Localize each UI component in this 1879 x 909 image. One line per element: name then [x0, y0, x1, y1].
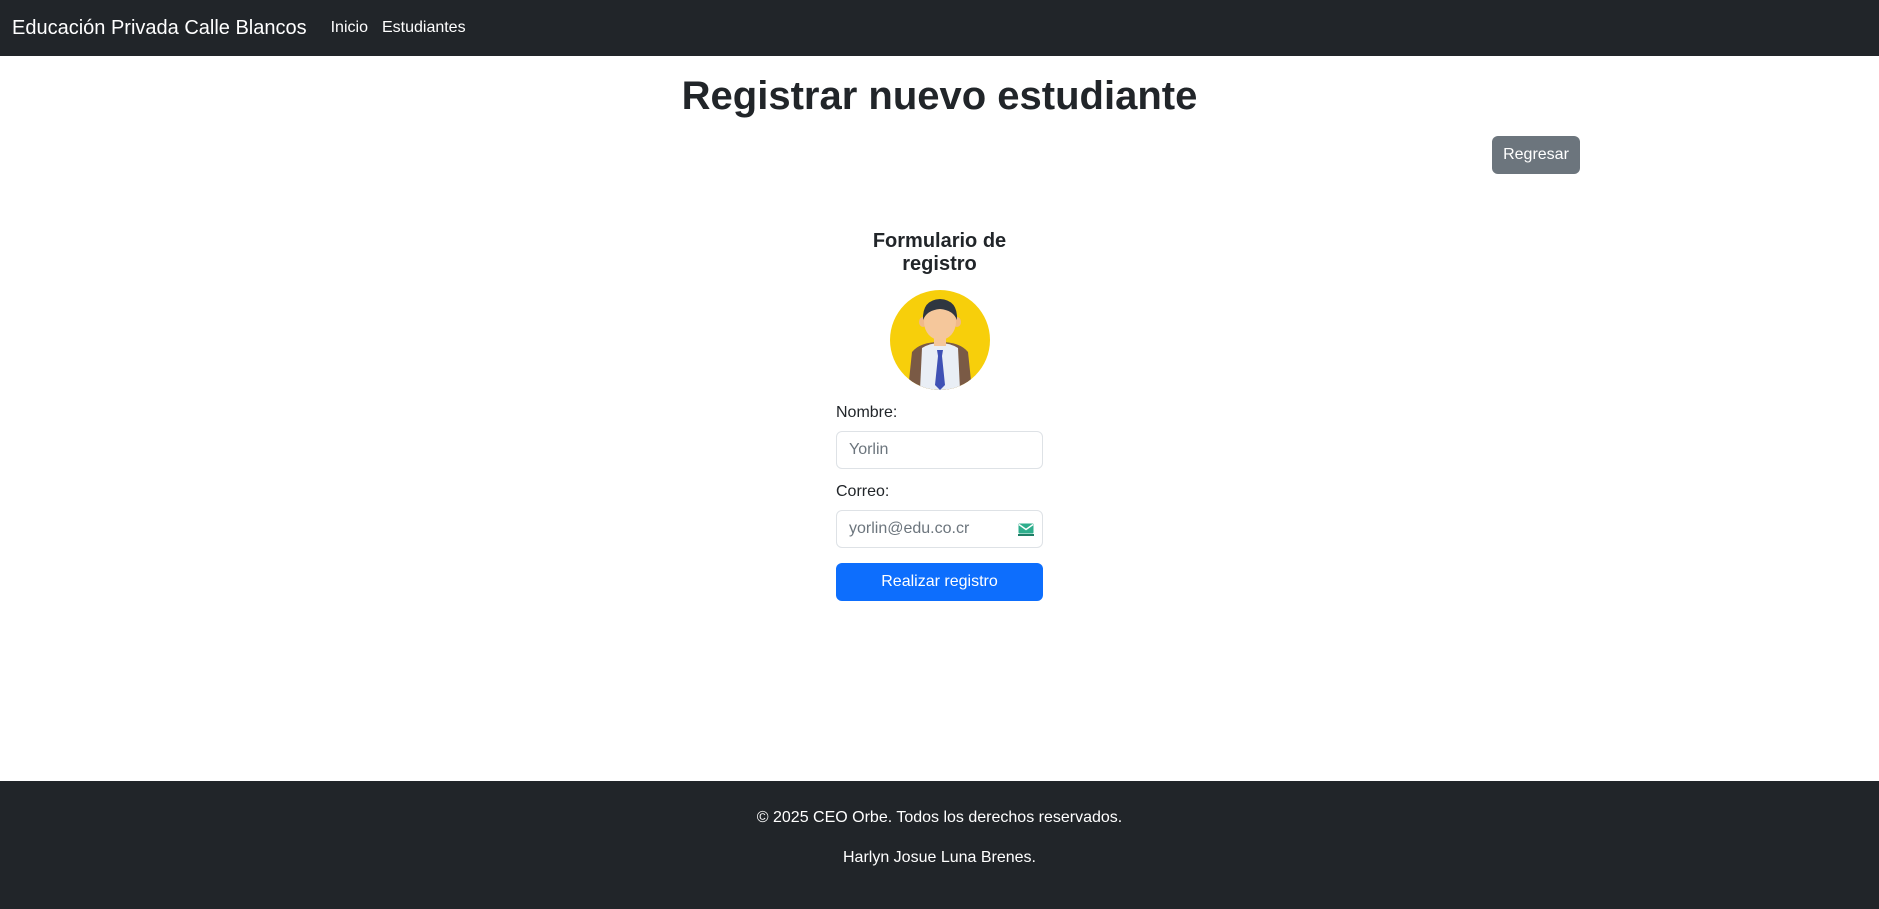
form-title: Formulario de registro	[872, 230, 1007, 275]
navbar-brand[interactable]: Educación Privada Calle Blancos	[12, 17, 307, 40]
mail-icon	[1018, 523, 1034, 536]
footer-copyright: © 2025 CEO Orbe. Todos los derechos rese…	[756, 809, 1123, 826]
email-field-wrapper	[836, 510, 1043, 548]
name-input[interactable]	[837, 432, 1042, 468]
nav-link-inicio[interactable]: Inicio	[331, 19, 368, 37]
footer: © 2025 CEO Orbe. Todos los derechos rese…	[0, 781, 1879, 909]
page: Educación Privada Calle Blancos Inicio E…	[0, 0, 1879, 909]
name-label: Nombre:	[836, 404, 898, 421]
navbar: Educación Privada Calle Blancos Inicio E…	[0, 0, 1879, 56]
email-label: Correo:	[836, 483, 890, 500]
registration-form: Formulario de registro Nombre: Yorlin Co…	[836, 230, 1043, 601]
footer-author: Harlyn Josue Luna Brenes.	[843, 849, 1036, 866]
email-input[interactable]	[837, 511, 1042, 547]
name-field-wrapper	[836, 431, 1043, 469]
student-avatar-icon	[889, 290, 990, 390]
nav-link-estudiantes[interactable]: Estudiantes	[382, 19, 466, 37]
back-button[interactable]: Regresar	[1492, 136, 1580, 174]
submit-button[interactable]: Realizar registro	[836, 563, 1043, 601]
page-title: Registrar nuevo estudiante	[681, 74, 1198, 118]
